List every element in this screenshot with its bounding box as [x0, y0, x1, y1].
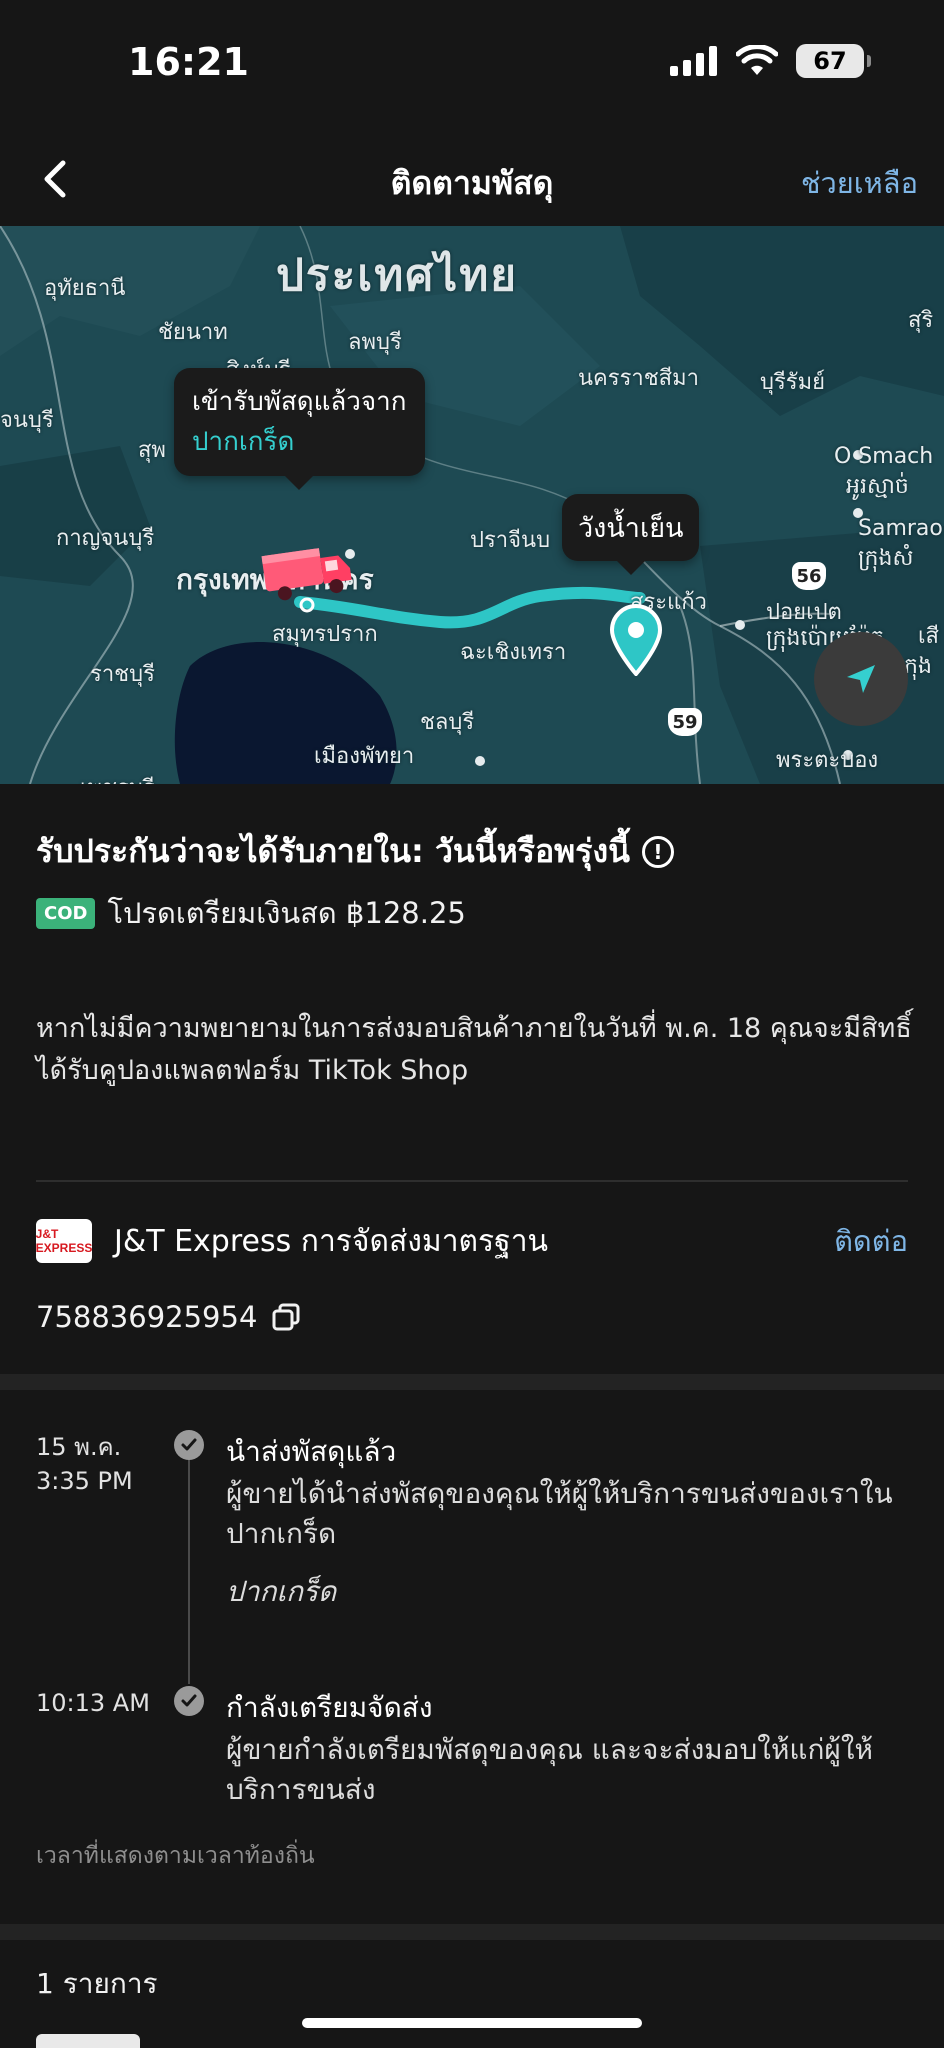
map-label-place: จนบุรี: [0, 408, 54, 433]
map-label-place: บุรีรัมย์: [760, 370, 825, 395]
item-thumbnail[interactable]: [36, 2034, 140, 2048]
signal-icon: [670, 46, 717, 76]
status-bar: 16:21 67: [0, 0, 944, 130]
status-time: 16:21: [128, 40, 249, 84]
event-date: 15 พ.ค.: [36, 1433, 122, 1461]
map-label-place: O Smach: [834, 444, 934, 469]
section-divider: [0, 1924, 944, 1940]
map-label-place: เมืองพัทยา: [314, 744, 415, 769]
map-label-place: สุริ: [908, 308, 934, 333]
copy-icon[interactable]: [271, 1302, 301, 1332]
help-link[interactable]: ช่วยเหลือ: [801, 160, 918, 206]
origin-bubble-title: เข้ารับพัสดุแล้วจาก: [192, 387, 407, 417]
event-description: ผู้ขายกำลังเตรียมพัสดุของคุณ และจะส่งมอบ…: [226, 1733, 873, 1806]
map-label-place: អូរស្មាច់: [846, 474, 909, 499]
contact-button[interactable]: ติดต่อ: [834, 1218, 908, 1264]
destination-bubble: วังน้ำเย็น: [562, 494, 700, 575]
map-label-place: ลพบุรี: [348, 330, 402, 355]
locate-button[interactable]: [814, 632, 908, 726]
carrier-logo: J&T EXPRESS: [36, 1219, 92, 1263]
map-label-place: ក្រុងសំ: [858, 546, 914, 571]
map-label-place: ชัยนาท: [158, 320, 228, 345]
map-label-place: Samrao: [858, 516, 943, 541]
map-label-place: กาญจนบุรี: [56, 526, 155, 551]
map-label-place: ปราจีนบ: [470, 528, 551, 553]
map-label-place: ชลบุรี: [420, 710, 475, 735]
event-location: ปากเกร็ด: [226, 1575, 337, 1608]
map-label-place: ราชบุรี: [90, 662, 155, 687]
guarantee-text: รับประกันว่าจะได้รับภายใน: วันนี้หรือพรุ…: [36, 832, 630, 870]
coupon-notice: หากไม่มีความพยายามในการส่งมอบสินค้าภายใน…: [36, 1013, 912, 1086]
map-label-place: កុង: [904, 654, 932, 679]
tracking-timeline: 15 พ.ค. 3:35 PM นำส่งพัสดุแล้ว ผู้ขายได้…: [0, 1390, 944, 1920]
map-label-place: เสี: [918, 624, 939, 649]
destination-pin-icon: [609, 604, 663, 676]
origin-bubble-location: ปากเกร็ด: [192, 427, 295, 457]
status-icons: 67: [670, 44, 871, 78]
map-label-place: เพชรบุรี: [80, 770, 155, 784]
cod-row: COD โปรดเตรียมเงินสด ฿128.25: [36, 890, 466, 936]
cod-text: โปรดเตรียมเงินสด ฿128.25: [107, 896, 466, 930]
map-label-place: สุพ: [138, 438, 166, 463]
map-label-place: พระตะบอง: [776, 748, 879, 773]
event-time: 10:13 AM: [36, 1689, 150, 1717]
map-label-place: ฉะเชิงเทรา: [460, 640, 567, 665]
origin-bubble: เข้ารับพัสดุแล้วจาก ปากเกร็ด: [174, 368, 425, 490]
delivery-guarantee: รับประกันว่าจะได้รับภายใน: วันนี้หรือพรุ…: [36, 826, 674, 877]
cod-badge: COD: [36, 897, 96, 929]
divider: [36, 1180, 908, 1182]
nav-bar: ติดตามพัสดุ ช่วยเหลือ: [0, 130, 944, 226]
tracking-row: 758836925954: [36, 1300, 301, 1334]
map-label-place: อุทัยธานี: [44, 276, 126, 301]
timeline-line: [188, 1434, 190, 1684]
event-title: กำลังเตรียมจัดส่ง: [226, 1691, 433, 1724]
tracking-number: 758836925954: [36, 1300, 258, 1334]
event-title: นำส่งพัสดุแล้ว: [226, 1435, 397, 1468]
check-icon: [174, 1686, 204, 1716]
home-indicator: [302, 2018, 642, 2028]
carrier-row: J&T EXPRESS J&T Express การจัดส่งมาตรฐาน…: [36, 1216, 908, 1266]
road-shield-59: 59: [668, 708, 702, 736]
road-shield-56: 56: [792, 562, 826, 590]
map-label-place: นครราชสีมา: [578, 366, 699, 391]
truck-icon: [261, 548, 352, 601]
check-icon: [174, 1430, 204, 1460]
tracking-map[interactable]: ประเทศไทย อุทัยธานี ชัยนาท ลพบุรี สิงห์บ…: [0, 226, 944, 784]
map-label-country: ประเทศไทย: [276, 250, 519, 301]
items-count: 1 รายการ: [36, 1967, 158, 2000]
wifi-icon: [736, 45, 778, 75]
section-divider: [0, 1374, 944, 1390]
event-description: ผู้ขายได้นำส่งพัสดุของคุณให้ผู้ให้บริการ…: [226, 1477, 893, 1550]
carrier-name: J&T Express การจัดส่งมาตรฐาน: [114, 1223, 549, 1259]
event-time: 3:35 PM: [36, 1467, 133, 1495]
navigation-arrow-icon: [847, 665, 875, 693]
map-label-place: สมุทรปราก: [272, 622, 378, 647]
battery-icon: 67: [796, 44, 871, 78]
local-time-note: เวลาที่แสดงตามเวลาท้องถิ่น: [36, 1843, 315, 1869]
info-icon[interactable]: !: [641, 835, 674, 868]
